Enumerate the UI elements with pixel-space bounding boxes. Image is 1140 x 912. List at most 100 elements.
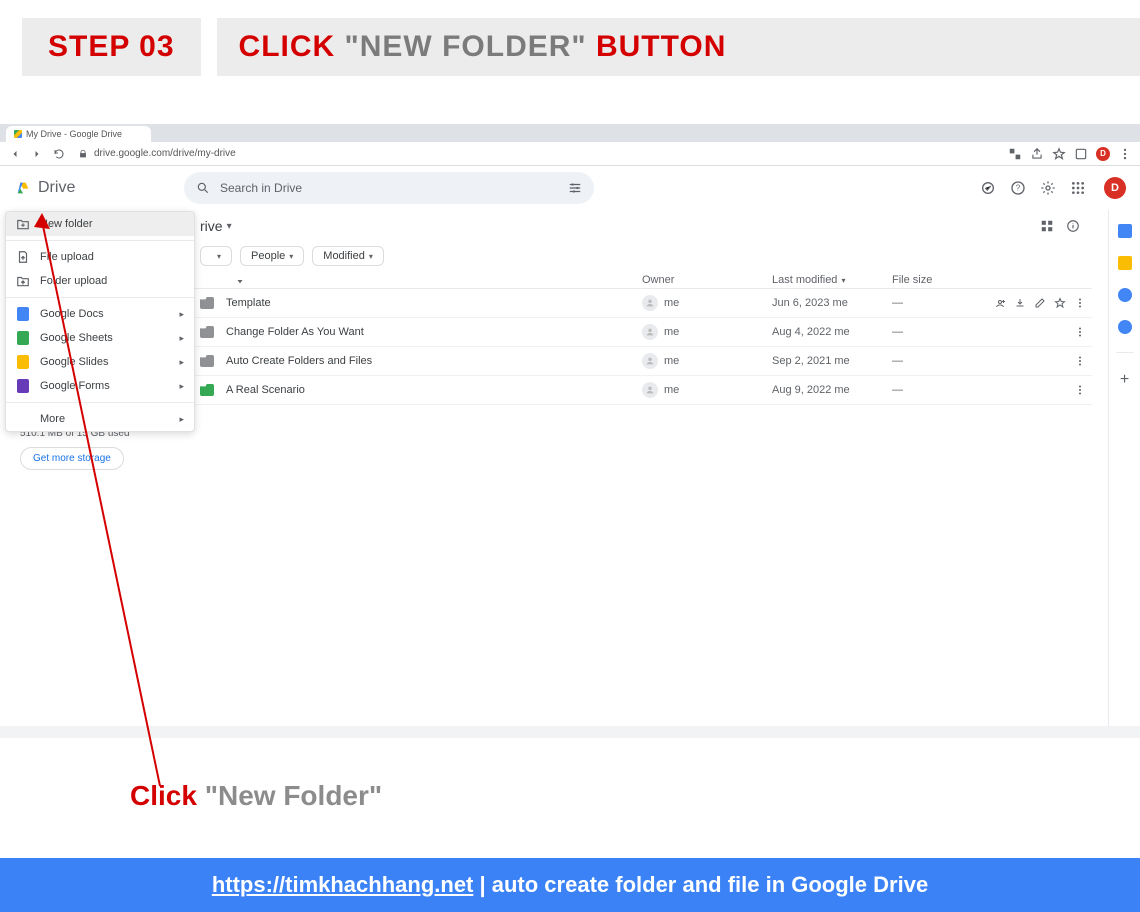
menu-file-upload[interactable]: File upload: [6, 245, 194, 269]
menu-google-sheets[interactable]: Google Sheets ▸: [6, 326, 194, 350]
add-icon[interactable]: +: [1120, 371, 1129, 389]
star-icon[interactable]: [1054, 297, 1066, 309]
title-red-2: BUTTON: [596, 30, 726, 63]
menu-more-label: More: [40, 413, 65, 425]
offline-icon[interactable]: [980, 180, 996, 196]
file-name: Change Folder As You Want: [226, 326, 642, 338]
help-icon[interactable]: ?: [1010, 180, 1026, 196]
folder-icon: [200, 326, 214, 338]
translate-icon[interactable]: [1008, 147, 1022, 161]
modified-cell: Aug 4, 2022 me: [772, 326, 892, 338]
menu-google-forms[interactable]: Google Forms ▸: [6, 374, 194, 398]
menu-separator: [6, 240, 194, 241]
col-name[interactable]: Name: [200, 274, 642, 286]
col-owner[interactable]: Owner: [642, 274, 772, 286]
filter-chips: ▾ People▾ Modified▾: [180, 242, 1092, 270]
grid-view-icon[interactable]: [1040, 219, 1054, 233]
owner-cell: me: [642, 295, 772, 311]
more-icon[interactable]: [1074, 297, 1086, 309]
menu-slides-label: Google Slides: [40, 356, 109, 368]
modified-chip[interactable]: Modified▾: [312, 246, 384, 266]
drive-body: Storage 510.1 MB of 15 GB used Get more …: [0, 210, 1140, 738]
menu-file-upload-label: File upload: [40, 251, 94, 263]
info-icon[interactable]: [1066, 219, 1080, 233]
file-row[interactable]: TemplatemeJun 6, 2023 me—: [180, 289, 1092, 318]
rename-icon[interactable]: [1034, 297, 1046, 309]
tune-icon[interactable]: [568, 181, 582, 195]
user-avatar[interactable]: D: [1104, 177, 1126, 199]
column-headers: Name Owner Last modified▾ File size: [180, 270, 1092, 289]
url-text: drive.google.com/drive/my-drive: [94, 148, 236, 159]
apps-icon[interactable]: [1070, 180, 1086, 196]
back-icon[interactable]: [8, 147, 22, 161]
search-box[interactable]: Search in Drive: [184, 172, 594, 204]
col-modified[interactable]: Last modified▾: [772, 274, 892, 286]
footer-text: | auto create folder and file in Google …: [473, 872, 928, 897]
address-bar: drive.google.com/drive/my-drive D: [0, 142, 1140, 166]
share-icon[interactable]: [1030, 147, 1044, 161]
size-cell: —: [892, 384, 982, 396]
col-size[interactable]: File size: [892, 274, 982, 286]
extension-badge[interactable]: D: [1096, 147, 1110, 161]
url-box[interactable]: drive.google.com/drive/my-drive: [78, 148, 236, 159]
menu-separator: [6, 402, 194, 403]
side-panel-separator: [1116, 352, 1134, 353]
browser-tab[interactable]: My Drive - Google Drive: [6, 126, 151, 142]
owner-avatar-icon: [642, 353, 658, 369]
instruction-header: STEP 03 CLICK "NEW FOLDER" BUTTON: [0, 0, 1140, 94]
share-icon[interactable]: [994, 297, 1006, 309]
menu-more[interactable]: More ▸: [6, 407, 194, 431]
keep-icon[interactable]: [1118, 256, 1132, 270]
more-icon[interactable]: [1074, 326, 1086, 338]
annotation-caption: Click "New Folder": [130, 780, 382, 812]
owner-cell: me: [642, 324, 772, 340]
footer-link[interactable]: https://timkhachhang.net: [212, 872, 474, 897]
file-name: A Real Scenario: [226, 384, 642, 396]
extensions-icon[interactable]: [1074, 147, 1088, 161]
more-icon[interactable]: [1074, 384, 1086, 396]
get-more-storage-button[interactable]: Get more storage: [20, 447, 124, 470]
folder-upload-icon: [16, 274, 30, 288]
file-upload-icon: [16, 250, 30, 264]
menu-new-folder[interactable]: New folder: [6, 212, 194, 236]
menu-folder-upload[interactable]: Folder upload: [6, 269, 194, 293]
star-icon[interactable]: [1052, 147, 1066, 161]
download-icon[interactable]: [1014, 297, 1026, 309]
tasks-icon[interactable]: [1118, 288, 1132, 302]
forward-icon[interactable]: [30, 147, 44, 161]
chevron-right-icon: ▸: [179, 333, 184, 344]
file-row[interactable]: Auto Create Folders and FilesmeSep 2, 20…: [180, 347, 1092, 376]
file-name: Template: [226, 297, 642, 309]
browser-menu-icon[interactable]: [1118, 147, 1132, 161]
menu-separator: [6, 297, 194, 298]
horizontal-scrollbar[interactable]: [0, 726, 1140, 738]
file-row[interactable]: Change Folder As You WantmeAug 4, 2022 m…: [180, 318, 1092, 347]
calendar-icon[interactable]: [1118, 224, 1132, 238]
actions-cell: [982, 384, 1092, 396]
browser-window: My Drive - Google Drive drive.google.com…: [0, 124, 1140, 738]
folder-icon: [200, 297, 214, 309]
drive-product-name: Drive: [38, 179, 75, 197]
type-chip[interactable]: ▾: [200, 246, 232, 266]
caption-gray: "New Folder": [205, 780, 382, 811]
main-content: rive ▾ ▾ People▾ Modified▾ Name Owner: [180, 210, 1108, 738]
menu-google-slides[interactable]: Google Slides ▸: [6, 350, 194, 374]
more-icon[interactable]: [1074, 355, 1086, 367]
drive-logo[interactable]: Drive: [14, 179, 174, 197]
side-panel: +: [1108, 210, 1140, 738]
modified-cell: Sep 2, 2021 me: [772, 355, 892, 367]
new-context-menu: New folder File upload Folder upload Goo…: [5, 211, 195, 432]
slides-icon: [17, 355, 29, 369]
menu-docs-label: Google Docs: [40, 308, 104, 320]
file-row[interactable]: A Real ScenariomeAug 9, 2022 me—: [180, 376, 1092, 405]
contacts-icon[interactable]: [1118, 320, 1132, 334]
step-title: CLICK "NEW FOLDER" BUTTON: [217, 18, 1140, 76]
people-chip[interactable]: People▾: [240, 246, 304, 266]
title-gray: "NEW FOLDER": [345, 30, 596, 63]
breadcrumb[interactable]: rive ▾: [200, 218, 232, 234]
menu-google-docs[interactable]: Google Docs ▸: [6, 302, 194, 326]
file-list: TemplatemeJun 6, 2023 me—Change Folder A…: [180, 289, 1092, 405]
gear-icon[interactable]: [1040, 180, 1056, 196]
owner-cell: me: [642, 382, 772, 398]
reload-icon[interactable]: [52, 147, 66, 161]
